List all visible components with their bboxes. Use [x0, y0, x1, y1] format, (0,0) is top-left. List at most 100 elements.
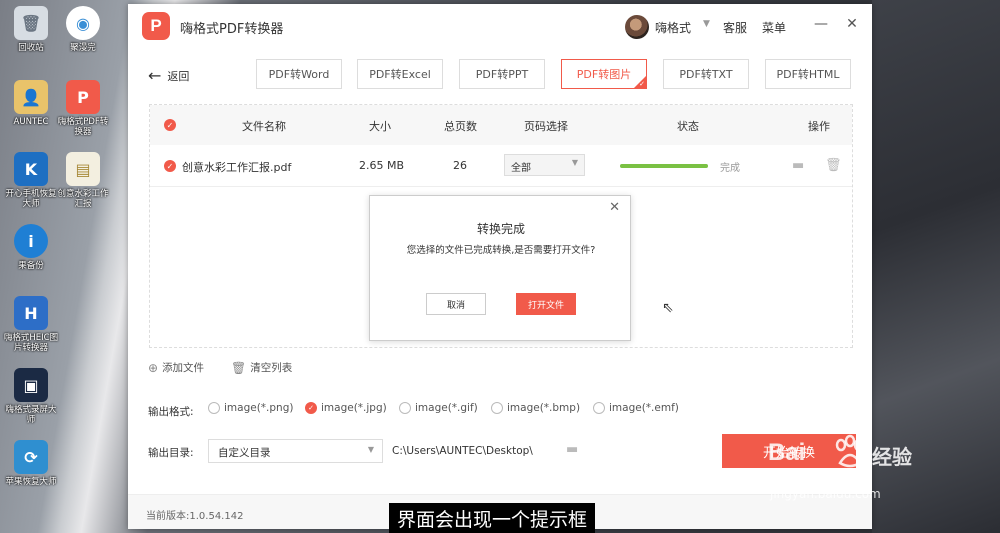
radio-icon	[491, 402, 503, 414]
minimize-button[interactable]: —	[812, 16, 830, 32]
dialog-close-icon[interactable]: ✕	[609, 200, 620, 215]
watermark-brand: Bai	[768, 439, 806, 466]
page-range-select[interactable]: 全部 ▼	[504, 154, 585, 176]
plus-circle-icon: ⊕	[148, 360, 159, 375]
progress-fill	[620, 164, 708, 168]
user-name[interactable]: 嗨格式	[655, 19, 691, 36]
tab-pdf-to-word[interactable]: PDF转Word	[256, 59, 342, 89]
tab-pdf-to-ppt[interactable]: PDF转PPT	[459, 59, 545, 89]
customer-service-link[interactable]: 客服	[723, 19, 747, 36]
header-pages: 总页数	[444, 120, 477, 133]
watermark-url: jingyan.baidu.com	[770, 487, 881, 501]
radio-emf-label: image(*.emf)	[609, 402, 679, 414]
radio-bmp-label: image(*.bmp)	[507, 402, 581, 414]
folder-icon[interactable]: ▬	[792, 158, 804, 173]
desktop-icon-heic-converter[interactable]: H 嗨格式HEIC图片转换器	[3, 296, 59, 353]
output-dir-label: 输出目录:	[148, 447, 194, 459]
row-checkbox[interactable]: ✓	[164, 160, 176, 172]
desktop-icon-backup[interactable]: i 果备份	[3, 224, 59, 271]
tab-pdf-to-txt[interactable]: PDF转TXT	[663, 59, 749, 89]
chevron-down-icon: ▼	[571, 158, 578, 167]
watermark-brand-2: 经验	[872, 445, 912, 469]
back-button[interactable]: ← 返回	[148, 66, 189, 85]
document-icon: ▤	[66, 152, 100, 186]
radio-emf[interactable]: image(*.emf)	[593, 402, 679, 414]
tab-pdf-to-image-label: PDF转图片	[576, 68, 632, 81]
table-header: ✓ 文件名称 大小 总页数 页码选择 状态 操作	[150, 105, 852, 145]
output-format-label: 输出格式:	[148, 406, 194, 418]
desktop-icon-screen-recorder[interactable]: ▣ 嗨格式录屏大师	[3, 368, 59, 425]
version-text: 当前版本:1.0.54.142	[146, 511, 244, 522]
mouse-cursor-icon: ⇖	[662, 300, 674, 316]
screen-record-icon: ▣	[14, 368, 48, 402]
desktop-icon-pdf-converter[interactable]: P 嗨格式PDF转换器	[55, 80, 111, 137]
checkmark-icon: ✓	[639, 80, 645, 88]
radio-gif[interactable]: image(*.gif)	[399, 402, 478, 414]
trash-icon: 🗑	[231, 360, 247, 375]
header-file-name: 文件名称	[242, 120, 286, 133]
radio-icon	[593, 402, 605, 414]
tab-pdf-to-image[interactable]: PDF转图片 ✓	[561, 59, 647, 89]
radio-gif-label: image(*.gif)	[415, 402, 478, 414]
header-page-range: 页码选择	[524, 120, 568, 133]
radio-bmp[interactable]: image(*.bmp)	[491, 402, 580, 414]
radio-jpg-label: image(*.jpg)	[321, 402, 387, 414]
backup-app-icon: i	[14, 224, 48, 258]
title-bar: P 嗨格式PDF转换器 嗨格式 ▼ 客服 菜单 — ✕	[128, 4, 872, 50]
radio-jpg[interactable]: ✓ image(*.jpg)	[305, 402, 387, 414]
trash-icon[interactable]: 🗑	[825, 158, 842, 173]
video-subtitle: 界面会出现一个提示框	[389, 503, 596, 533]
chevron-down-icon[interactable]: ▼	[703, 19, 710, 29]
recycle-bin-icon: 🗑	[14, 6, 48, 40]
radio-icon	[399, 402, 411, 414]
k-app-icon: K	[14, 152, 48, 186]
header-size: 大小	[369, 120, 391, 133]
select-all-checkbox[interactable]: ✓	[164, 119, 176, 131]
output-dir-path: C:\Users\AUNTEC\Desktop\	[392, 445, 533, 457]
desktop-icon-apple-recovery[interactable]: ⟳ 苹果恢复大师	[3, 440, 59, 487]
dialog-title: 转换完成	[476, 222, 525, 236]
open-file-button[interactable]: 打开文件	[516, 293, 576, 315]
clear-list-label: 清空列表	[250, 362, 293, 374]
baidu-watermark: Bai 经验 jingyan.baidu.com	[768, 425, 918, 525]
close-button[interactable]: ✕	[843, 16, 861, 32]
header-operations: 操作	[808, 120, 830, 133]
folder-icon[interactable]: ▬	[566, 442, 578, 457]
desktop-icon-auntec[interactable]: 👤 AUNTEC	[3, 80, 59, 127]
apple-recovery-icon: ⟳	[14, 440, 48, 474]
add-file-label: 添加文件	[162, 362, 205, 374]
user-folder-icon: 👤	[14, 80, 48, 114]
desktop-icon-phone-recovery[interactable]: K 开心手机恢复大师	[3, 152, 59, 209]
back-label: 返回	[167, 69, 190, 83]
header-status: 状态	[677, 120, 699, 133]
status-text: 完成	[720, 163, 740, 174]
menu-link[interactable]: 菜单	[762, 19, 786, 36]
pdf-app-icon: P	[66, 80, 100, 114]
radio-icon	[208, 402, 220, 414]
desktop-icon-recycle-bin[interactable]: 🗑 回收站	[3, 6, 59, 53]
tab-pdf-to-html[interactable]: PDF转HTML	[765, 59, 851, 89]
radio-png[interactable]: image(*.png)	[208, 402, 293, 414]
tab-pdf-to-excel[interactable]: PDF转Excel	[357, 59, 443, 89]
file-pages: 26	[453, 159, 467, 172]
desktop-icon-app[interactable]: ◉ 聚漫完	[55, 6, 111, 53]
radio-png-label: image(*.png)	[224, 402, 294, 414]
output-dir-select[interactable]: 自定义目录 ▼	[208, 439, 383, 463]
cancel-button[interactable]: 取消	[426, 293, 486, 315]
app-window: P 嗨格式PDF转换器 嗨格式 ▼ 客服 菜单 — ✕ ← 返回 PDF转Wor…	[128, 4, 872, 529]
clear-list-button[interactable]: 🗑 清空列表	[231, 360, 292, 375]
avatar[interactable]	[625, 15, 649, 39]
app-title: 嗨格式PDF转换器	[180, 22, 284, 37]
radio-checked-icon: ✓	[305, 402, 317, 414]
file-name: 创意水彩工作汇报.pdf	[182, 161, 292, 174]
dialog-message: 您选择的文件已完成转换,是否需要打开文件?	[406, 245, 596, 256]
chevron-down-icon: ▼	[367, 445, 374, 454]
heic-app-icon: H	[14, 296, 48, 330]
page-range-value: 全部	[511, 163, 531, 174]
add-file-button[interactable]: ⊕ 添加文件	[148, 360, 204, 375]
baidu-paw-icon	[835, 434, 865, 468]
desktop-icon-document[interactable]: ▤ 创意水彩工作汇报	[55, 152, 111, 209]
table-row[interactable]: ✓ 创意水彩工作汇报.pdf 2.65 MB 26 全部 ▼ 完成 ▬ 🗑	[150, 145, 852, 187]
arrow-left-icon: ←	[148, 66, 162, 85]
app-icon: ◉	[66, 6, 100, 40]
